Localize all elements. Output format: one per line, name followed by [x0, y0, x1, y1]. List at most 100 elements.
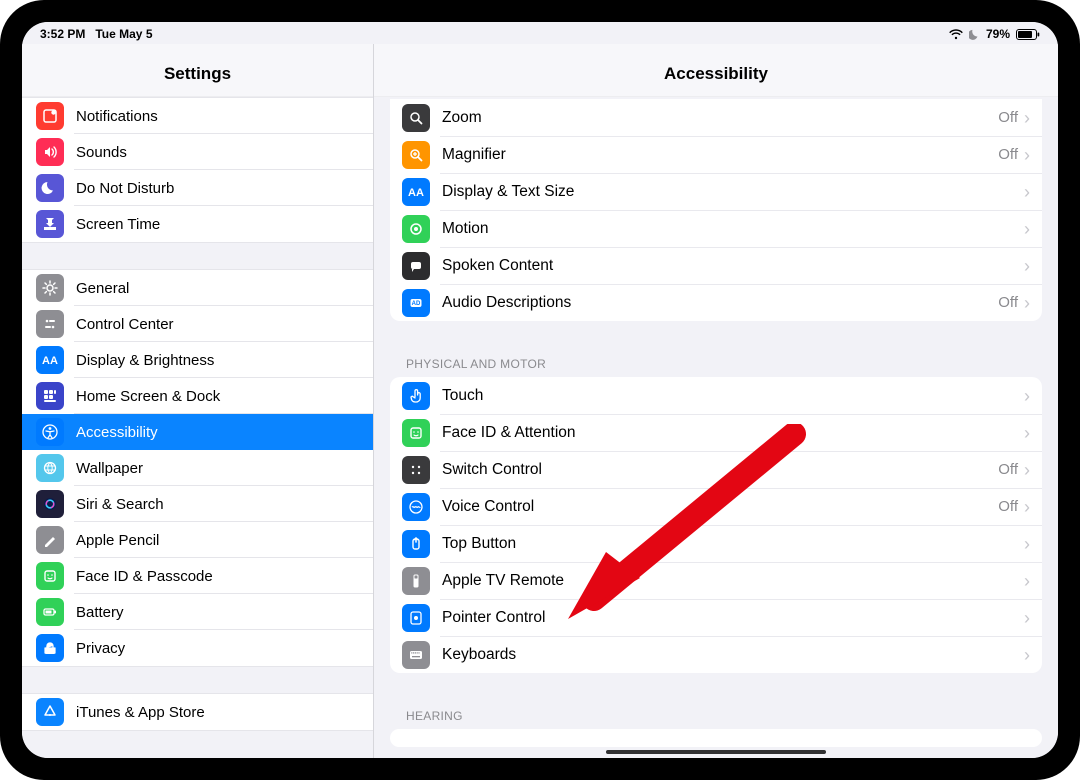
row-zoom[interactable]: ZoomOff›: [390, 99, 1042, 136]
sidebar-item-label: Accessibility: [76, 424, 158, 441]
row-display-text-size[interactable]: AA Display & Text Size›: [390, 173, 1042, 210]
row-label: Pointer Control: [442, 609, 1024, 627]
dnd-moon-icon: [969, 29, 980, 40]
battery-icon: [1016, 29, 1040, 40]
chevron-right-icon: ›: [1024, 146, 1030, 164]
detail-scroll[interactable]: ZoomOff›MagnifierOff›AADisplay & Text Si…: [374, 97, 1058, 758]
chevron-right-icon: ›: [1024, 220, 1030, 238]
sidebar-item-label: Display & Brightness: [76, 352, 214, 369]
row-keyboards[interactable]: Keyboards›: [390, 636, 1042, 673]
row-magnifier[interactable]: MagnifierOff ›: [390, 136, 1042, 173]
row-switch-control[interactable]: Switch ControlOff›: [390, 451, 1042, 488]
sidebar-item-label: Sounds: [76, 144, 127, 161]
row-voice-control[interactable]: Voice ControlOff›: [390, 488, 1042, 525]
general-icon: [36, 274, 64, 302]
row-label: Switch Control: [442, 461, 998, 479]
row-value: Off: [998, 498, 1018, 515]
row-label: Touch: [442, 387, 1024, 405]
sidebar-item-notifications[interactable]: Notifications: [22, 98, 373, 134]
chevron-right-icon: ›: [1024, 609, 1030, 627]
row-motion[interactable]: Motion›: [390, 210, 1042, 247]
sidebar-item-do-not-disturb[interactable]: Do Not Disturb: [22, 170, 373, 206]
magnifier-icon: [402, 141, 430, 169]
topbutton-icon: [402, 530, 430, 558]
ipad-frame: 3:52 PM Tue May 5 79% Settings: [0, 0, 1080, 780]
spoken-icon: [402, 252, 430, 280]
status-bar: 3:52 PM Tue May 5 79%: [22, 22, 1058, 44]
sidebar-item-label: Control Center: [76, 316, 174, 333]
sidebar-scroll[interactable]: Notifications Sounds Do Not Disturb Screen …: [22, 97, 373, 758]
sounds-icon: [36, 138, 64, 166]
ipad-screen: 3:52 PM Tue May 5 79% Settings: [22, 22, 1058, 758]
section-header-physical: Physical and Motor: [374, 343, 1058, 377]
sidebar-item-apple-pencil[interactable]: Apple Pencil: [22, 522, 373, 558]
row-spoken-content[interactable]: Spoken Content›: [390, 247, 1042, 284]
sidebar-item-display-brightness[interactable]: AA Display & Brightness: [22, 342, 373, 378]
section-header-hearing: Hearing: [374, 695, 1058, 729]
battery-icon: [36, 598, 64, 626]
sidebar-item-privacy[interactable]: Privacy: [22, 630, 373, 666]
chevron-right-icon: ›: [1024, 387, 1030, 405]
chevron-right-icon: ›: [1024, 183, 1030, 201]
appstore-icon: [36, 698, 64, 726]
sidebar-item-itunes-app-store[interactable]: iTunes & App Store: [22, 694, 373, 730]
sidebar-item-label: Do Not Disturb: [76, 180, 174, 197]
voice-icon: [402, 493, 430, 521]
sidebar-title: Settings: [22, 44, 373, 97]
row-label: Spoken Content: [442, 257, 1024, 275]
switch-icon: [402, 456, 430, 484]
display-icon: AA: [36, 346, 64, 374]
keyboard-icon: [402, 641, 430, 669]
row-label: Magnifier: [442, 146, 998, 164]
dnd-icon: [36, 174, 64, 202]
pencil-icon: [36, 526, 64, 554]
row-label: Keyboards: [442, 646, 1024, 664]
notifications-icon: [36, 102, 64, 130]
row-touch[interactable]: Touch›: [390, 377, 1042, 414]
touch-icon: [402, 382, 430, 410]
sidebar-item-sounds[interactable]: Sounds: [22, 134, 373, 170]
faceid-icon: [36, 562, 64, 590]
sidebar-item-control-center[interactable]: Control Center: [22, 306, 373, 342]
row-label: Audio Descriptions: [442, 294, 998, 312]
sidebar-item-accessibility[interactable]: Accessibility: [22, 414, 373, 450]
row-pointer-control[interactable]: Pointer Control›: [390, 599, 1042, 636]
chevron-right-icon: ›: [1024, 257, 1030, 275]
siri-icon: [36, 490, 64, 518]
sidebar-item-face-id-passcode[interactable]: Face ID & Passcode: [22, 558, 373, 594]
status-date: Tue May 5: [95, 27, 152, 41]
sidebar-item-siri-search[interactable]: Siri & Search: [22, 486, 373, 522]
detail-title: Accessibility: [374, 44, 1058, 97]
sidebar-item-battery[interactable]: Battery: [22, 594, 373, 630]
svg-text:AA: AA: [408, 187, 424, 199]
svg-text:AA: AA: [42, 355, 58, 367]
row-value: Off: [998, 146, 1018, 163]
sidebar-item-screen-time[interactable]: Screen Time: [22, 206, 373, 242]
sidebar-item-label: Home Screen & Dock: [76, 388, 220, 405]
sidebar-item-label: General: [76, 280, 129, 297]
chevron-right-icon: ›: [1024, 498, 1030, 516]
sidebar-item-label: Wallpaper: [76, 460, 143, 477]
chevron-right-icon: ›: [1024, 646, 1030, 664]
chevron-right-icon: ›: [1024, 424, 1030, 442]
sidebar-item-wallpaper[interactable]: Wallpaper: [22, 450, 373, 486]
chevron-right-icon: ›: [1024, 572, 1030, 590]
sidebar-item-label: Apple Pencil: [76, 532, 159, 549]
sidebar-item-label: Face ID & Passcode: [76, 568, 213, 585]
tvremote-icon: [402, 567, 430, 595]
row-face-id-attention[interactable]: Face ID & Attention›: [390, 414, 1042, 451]
sidebar-item-label: Siri & Search: [76, 496, 164, 513]
audiodesc-icon: AD: [402, 289, 430, 317]
wallpaper-icon: [36, 454, 64, 482]
row-apple-tv-remote[interactable]: Apple TV Remote›: [390, 562, 1042, 599]
homescreen-icon: [36, 382, 64, 410]
row-value: Off: [998, 294, 1018, 311]
row-label: Face ID & Attention: [442, 424, 1024, 442]
row-top-button[interactable]: Top Button›: [390, 525, 1042, 562]
row-label: Display & Text Size: [442, 183, 1024, 201]
screentime-icon: [36, 210, 64, 238]
detail-pane: Accessibility ZoomOff›MagnifierOff›AADis…: [374, 44, 1058, 758]
row-audio-descriptions[interactable]: ADAudio DescriptionsOff›: [390, 284, 1042, 321]
sidebar-item-general[interactable]: General: [22, 270, 373, 306]
sidebar-item-home-screen-dock[interactable]: Home Screen & Dock: [22, 378, 373, 414]
